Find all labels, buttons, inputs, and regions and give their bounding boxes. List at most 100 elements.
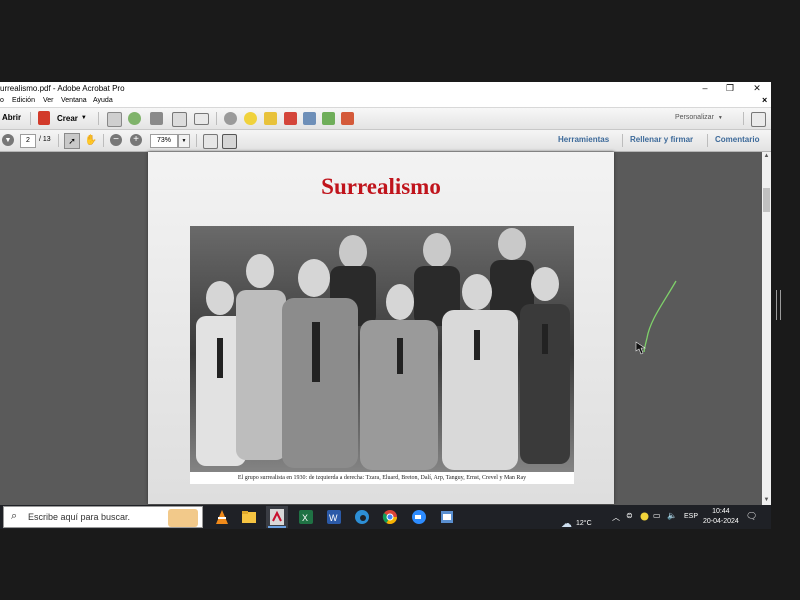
cloud-icon: ☁ bbox=[561, 517, 572, 530]
print-icon bbox=[150, 112, 163, 125]
document-action-button[interactable] bbox=[303, 112, 316, 125]
settings-button[interactable] bbox=[224, 112, 237, 125]
edit-button[interactable] bbox=[172, 112, 187, 127]
select-tool-button[interactable]: ➚ bbox=[64, 133, 80, 149]
fit-page-button[interactable] bbox=[222, 134, 237, 149]
resize-handle[interactable] bbox=[776, 290, 781, 320]
zoom-out-button[interactable]: − bbox=[110, 134, 122, 146]
export-button[interactable] bbox=[322, 112, 335, 125]
highlight-icon bbox=[264, 112, 277, 125]
gear-icon bbox=[224, 112, 237, 125]
plus-icon: + bbox=[133, 134, 139, 145]
export-green-icon bbox=[322, 112, 335, 125]
fill-sign-link[interactable]: Rellenar y firmar bbox=[630, 135, 693, 144]
document-area[interactable]: Surrealismo El grupo surrealista en 1930… bbox=[0, 152, 762, 505]
comment-tool-button[interactable] bbox=[244, 112, 257, 125]
zoom-in-button[interactable]: + bbox=[130, 134, 142, 146]
pdf-action-button[interactable] bbox=[284, 112, 297, 125]
app-tray-icon[interactable] bbox=[640, 512, 649, 536]
expand-icon bbox=[751, 112, 766, 127]
word-icon[interactable]: W bbox=[325, 508, 343, 526]
clock[interactable]: 10:44 20-04-2024 bbox=[703, 507, 739, 531]
tools-link[interactable]: Herramientas bbox=[558, 135, 609, 144]
comment-link[interactable]: Comentario bbox=[715, 135, 759, 144]
page-number-input[interactable]: 2 bbox=[20, 134, 36, 148]
acrobat-taskbar-icon[interactable] bbox=[266, 506, 288, 528]
open-button[interactable]: Abrir bbox=[2, 113, 21, 122]
svg-text:W: W bbox=[329, 513, 338, 523]
vertical-scrollbar[interactable]: ▲ ▼ bbox=[762, 152, 771, 505]
edit-icon bbox=[172, 112, 187, 127]
excel-icon[interactable]: X bbox=[297, 508, 315, 526]
fit-width-button[interactable] bbox=[203, 134, 218, 149]
vlc-app-icon[interactable] bbox=[213, 508, 231, 526]
upload-button[interactable] bbox=[128, 112, 141, 125]
chrome-icon[interactable] bbox=[381, 508, 399, 526]
zoom-app-icon[interactable] bbox=[410, 508, 428, 526]
menu-ver[interactable]: Ver bbox=[43, 97, 54, 104]
navigation-toolbar: ▼ 2 / 13 ➚ ✋ − + 73% ▼ Herramientas Rell… bbox=[0, 130, 771, 152]
snipping-tool-icon[interactable] bbox=[438, 508, 456, 526]
zoom-dropdown[interactable]: ▼ bbox=[178, 134, 190, 148]
clock-time: 10:44 bbox=[712, 508, 730, 515]
fit-width-icon bbox=[203, 134, 218, 149]
svg-text:X: X bbox=[302, 513, 308, 523]
chevron-down-icon: ▼ bbox=[80, 115, 87, 121]
search-highlight-icon bbox=[168, 509, 198, 527]
windows-taskbar: ⌕ Escribe aquí para buscar. X W ☁ 12°C ︿… bbox=[0, 505, 771, 531]
title-bar: urrealismo.pdf - Adobe Acrobat Pro – ❐ ✕ bbox=[0, 82, 771, 95]
email-button[interactable] bbox=[194, 113, 209, 125]
close-document-button[interactable]: × bbox=[762, 95, 767, 105]
chevron-down-icon: ▼ bbox=[717, 114, 723, 121]
menu-ventana[interactable]: Ventana bbox=[61, 97, 87, 104]
stamp-button[interactable] bbox=[341, 112, 354, 125]
search-placeholder: Escribe aquí para buscar. bbox=[28, 512, 131, 522]
hand-icon: ✋ bbox=[84, 134, 98, 146]
chevron-down-icon: ▼ bbox=[181, 138, 187, 144]
pen-annotation bbox=[635, 280, 677, 355]
zoom-input[interactable]: 73% bbox=[150, 134, 178, 148]
expand-button[interactable] bbox=[751, 112, 766, 127]
tray-expand-icon[interactable]: ︿ bbox=[612, 512, 620, 536]
fit-page-icon bbox=[222, 134, 237, 149]
maximize-button[interactable]: ❐ bbox=[718, 82, 742, 95]
email-icon bbox=[194, 113, 209, 125]
highlight-button[interactable] bbox=[264, 112, 277, 125]
main-toolbar: Abrir Crear ▼ Personalizar ▼ bbox=[0, 108, 771, 130]
document-icon bbox=[303, 112, 316, 125]
clock-date: 20-04-2024 bbox=[703, 518, 739, 525]
minimize-button[interactable]: – bbox=[693, 82, 717, 95]
close-button[interactable]: ✕ bbox=[745, 82, 769, 95]
page-down-icon[interactable]: ▼ bbox=[2, 134, 14, 146]
network-icon[interactable]: ⊜ bbox=[626, 511, 633, 535]
menu-edicion[interactable]: Edición bbox=[12, 97, 35, 104]
edge-icon[interactable] bbox=[353, 508, 371, 526]
minus-icon: − bbox=[113, 134, 119, 145]
save-button[interactable] bbox=[107, 112, 122, 127]
menu-ayuda[interactable]: Ayuda bbox=[93, 97, 113, 104]
language-indicator[interactable]: ESP bbox=[684, 513, 698, 537]
scroll-thumb[interactable] bbox=[763, 188, 770, 212]
menu-bar: o Edición Ver Ventana Ayuda × bbox=[0, 95, 771, 108]
acrobat-window: urrealismo.pdf - Adobe Acrobat Pro – ❐ ✕… bbox=[0, 82, 771, 505]
menu-archivo[interactable]: o bbox=[0, 97, 4, 104]
file-explorer-icon[interactable] bbox=[240, 508, 258, 526]
volume-icon[interactable]: 🔈 bbox=[667, 511, 677, 535]
battery-icon[interactable]: ▭ bbox=[653, 511, 661, 535]
hand-tool-button[interactable]: ✋ bbox=[84, 133, 98, 147]
notifications-icon[interactable]: 🗨 bbox=[746, 511, 757, 535]
speech-bubble-icon bbox=[244, 112, 257, 125]
search-icon: ⌕ bbox=[11, 510, 18, 522]
save-icon bbox=[107, 112, 122, 127]
taskbar-search[interactable]: ⌕ Escribe aquí para buscar. bbox=[3, 506, 203, 528]
cloud-upload-icon bbox=[128, 112, 141, 125]
print-button[interactable] bbox=[150, 112, 163, 125]
customize-label: Personalizar bbox=[675, 114, 714, 121]
create-button[interactable]: Crear ▼ bbox=[38, 111, 87, 125]
scroll-down-icon[interactable]: ▼ bbox=[762, 496, 771, 505]
customize-button[interactable]: Personalizar ▼ bbox=[675, 114, 723, 121]
weather-widget[interactable]: ☁ 12°C bbox=[561, 511, 592, 535]
pdf-red-icon bbox=[284, 112, 297, 125]
cursor-arrow-icon: ➚ bbox=[68, 135, 76, 146]
scroll-up-icon[interactable]: ▲ bbox=[762, 152, 771, 161]
